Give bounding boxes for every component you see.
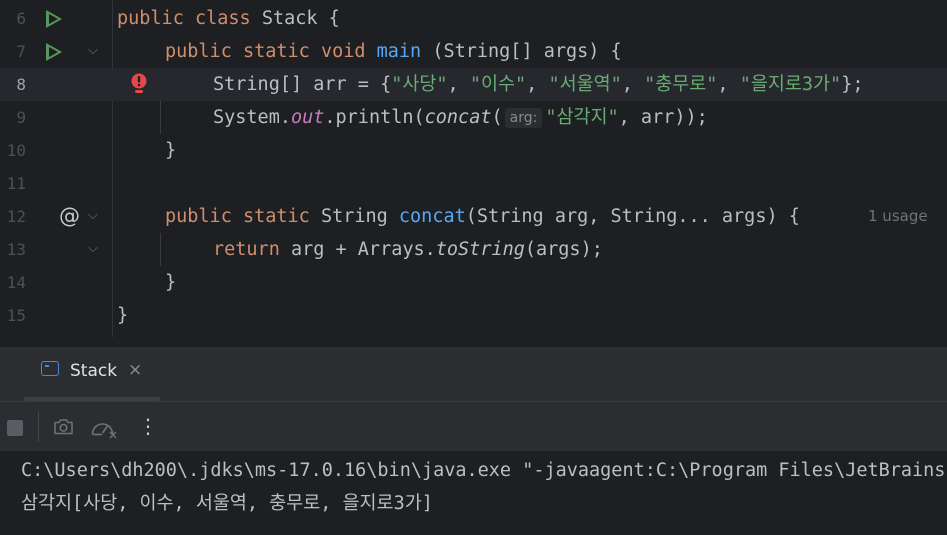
- code-line-15[interactable]: 15 }: [0, 299, 947, 332]
- line-number: 9: [16, 108, 26, 127]
- console-line: 삼각지[사당, 이수, 서울역, 충무로, 을지로3가]: [21, 493, 433, 514]
- toolbar-divider: [38, 412, 39, 442]
- code-text: }: [165, 140, 177, 161]
- line-number: 11: [6, 174, 26, 193]
- line-number: 12: [6, 207, 26, 226]
- code-line-7[interactable]: 7 ⌵ public static void main (String[] ar…: [0, 35, 947, 68]
- line-number: 7: [16, 42, 26, 61]
- line-number: 10: [6, 141, 26, 160]
- code-line-13[interactable]: 13 ⌵ return arg + Arrays.toString(args);: [0, 233, 947, 266]
- indent-guide: [160, 101, 161, 134]
- indent-guide: [160, 233, 161, 266]
- line-number: 6: [16, 9, 26, 28]
- console-line: C:\Users\dh200\.jdks\ms-17.0.16\bin\java…: [21, 460, 946, 481]
- code-text: String[] arr = {"사당", "이수", "서울역", "충무로"…: [213, 74, 864, 95]
- tool-window-separator: [0, 337, 947, 347]
- code-text: return arg + Arrays.toString(args);: [213, 239, 603, 260]
- line-number: 14: [6, 273, 26, 292]
- fold-icon[interactable]: ⌵: [88, 43, 98, 59]
- gauge-icon[interactable]: [90, 417, 117, 439]
- stop-icon[interactable]: [7, 420, 23, 436]
- code-editor[interactable]: 6 public class Stack { 7 ⌵ public static…: [0, 0, 947, 337]
- code-line-10[interactable]: 10 }: [0, 134, 947, 167]
- code-line-8[interactable]: 8 String[] arr = {"사당", "이수", "서울역", "충무…: [0, 68, 947, 101]
- code-line-12[interactable]: 12 @ ⌵ public static String concat(Strin…: [0, 200, 947, 233]
- code-line-9[interactable]: 9 System.out.println(concat(arg: "삼각지", a…: [0, 101, 947, 134]
- run-tool-window: Stack × ⋮ C:\Users\dh200\.jdks\ms-17.0.1…: [0, 337, 947, 535]
- tab-label: Stack: [70, 361, 118, 381]
- tab-stack[interactable]: Stack ×: [24, 347, 160, 401]
- run-toolbar: ⋮: [0, 401, 947, 451]
- close-icon[interactable]: ×: [128, 360, 142, 380]
- console-output[interactable]: C:\Users\dh200\.jdks\ms-17.0.16\bin\java…: [0, 451, 947, 535]
- tool-window-tabbar: Stack ×: [0, 347, 947, 401]
- run-icon[interactable]: [46, 10, 62, 28]
- console-icon: [41, 361, 59, 376]
- line-number: 15: [6, 306, 26, 325]
- code-line-14[interactable]: 14 }: [0, 266, 947, 299]
- line-number: 8: [16, 75, 26, 94]
- more-options-icon[interactable]: ⋮: [138, 414, 158, 438]
- error-icon[interactable]: [130, 73, 148, 95]
- camera-icon[interactable]: [53, 418, 74, 435]
- code-text: public static String concat(String arg, …: [165, 206, 800, 227]
- parameter-hint: arg:: [504, 108, 543, 128]
- code-text: public class Stack {: [117, 8, 340, 29]
- line-number: 13: [6, 240, 26, 259]
- code-line-11[interactable]: 11: [0, 167, 947, 200]
- code-text: System.out.println(concat(arg: "삼각지", arr…: [213, 107, 708, 128]
- fold-icon[interactable]: ⌵: [88, 241, 98, 257]
- code-text: }: [117, 305, 129, 326]
- code-text: }: [165, 272, 177, 293]
- run-icon[interactable]: [46, 43, 62, 61]
- fold-icon[interactable]: ⌵: [88, 208, 98, 224]
- usage-hint[interactable]: 1 usage: [868, 200, 928, 233]
- at-icon[interactable]: @: [59, 203, 80, 229]
- code-text: public static void main (String[] args) …: [165, 41, 622, 62]
- code-line-6[interactable]: 6 public class Stack {: [0, 2, 947, 35]
